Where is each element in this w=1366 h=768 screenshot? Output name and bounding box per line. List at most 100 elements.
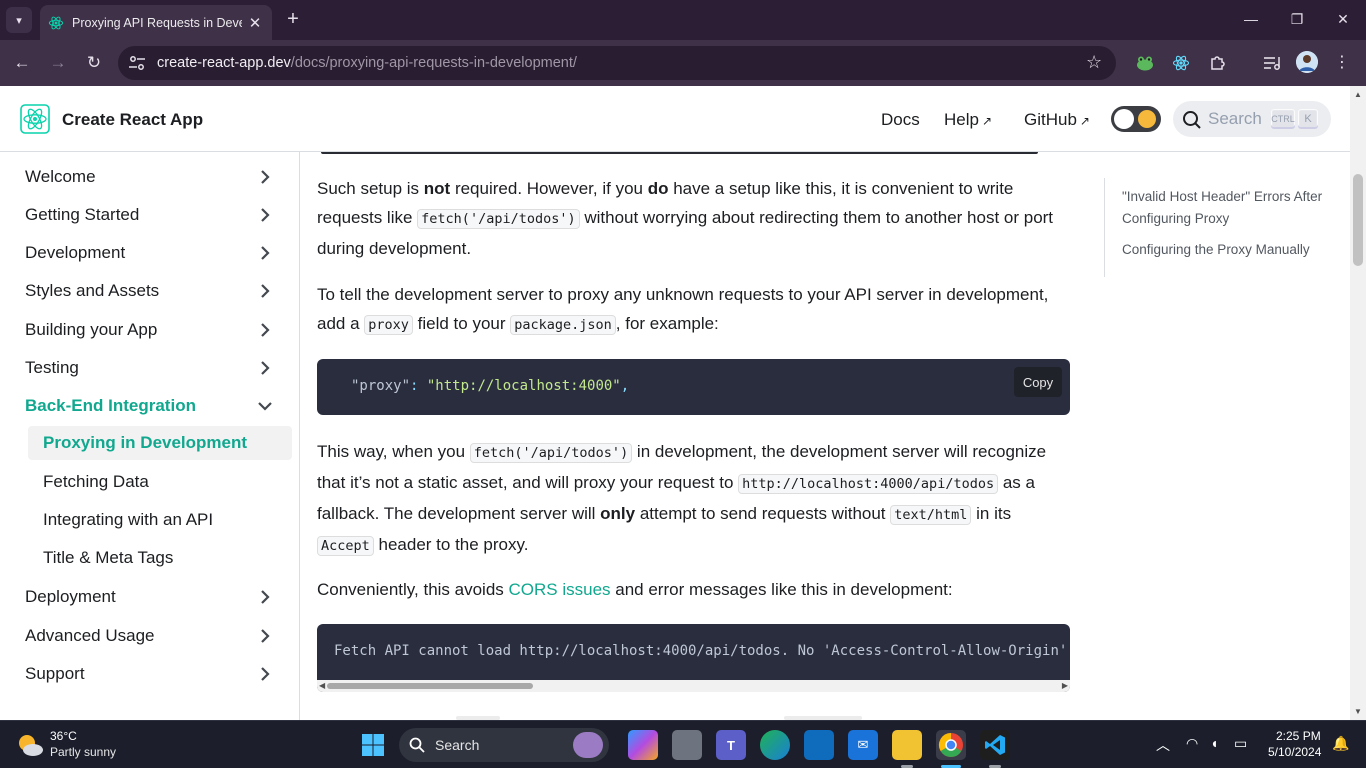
volume-icon[interactable]: ◖ [1210, 735, 1218, 751]
forward-arrow-icon[interactable]: → [45, 50, 71, 76]
sidebar-item-development[interactable]: Development [25, 235, 285, 271]
show-hidden-icons-chevron-icon[interactable]: ︿ [1156, 735, 1170, 755]
code-comma: , [620, 378, 630, 394]
scroll-up-arrow-icon[interactable]: ▲ [1354, 90, 1362, 99]
sidebar-item-deployment[interactable]: Deployment [25, 579, 285, 615]
media-controls-icon[interactable] [1262, 53, 1282, 73]
copy-code-button[interactable]: Copy [1014, 367, 1062, 397]
toc-item-configuring-proxy[interactable]: Configuring the Proxy Manually [1122, 239, 1337, 261]
page-scrollbar[interactable]: ▲ ▼ [1350, 86, 1366, 720]
scroll-right-arrow-icon[interactable]: ▶ [1062, 681, 1068, 690]
maximize-button[interactable]: ❐ [1282, 8, 1312, 30]
browser-tab-active[interactable]: Proxying API Requests in Devel ✕ [40, 5, 272, 40]
nav-help-link[interactable]: Help ↗ [944, 110, 992, 130]
back-arrow-icon[interactable]: ← [9, 50, 35, 76]
sidebar-subitem-title-meta[interactable]: Title & Meta Tags [28, 541, 292, 575]
teams-icon[interactable]: T [716, 730, 746, 760]
window-close-button[interactable]: ✕ [1328, 8, 1358, 30]
chevron-right-icon[interactable] [255, 205, 275, 225]
site-title[interactable]: Create React App [62, 110, 203, 130]
sidebar-item-testing[interactable]: Testing [25, 350, 285, 386]
code-string: "http://localhost:4000" [426, 378, 621, 394]
weather-description[interactable]: Partly sunny [50, 745, 116, 759]
nav-docs-link[interactable]: Docs [881, 110, 920, 130]
sidebar-item-label: Development [25, 243, 126, 262]
nav-github-link[interactable]: GitHub ↗ [1024, 110, 1090, 130]
browser-menu-icon[interactable]: ⋮ [1334, 52, 1350, 72]
sun-emoji-icon [1138, 110, 1156, 128]
weather-temperature[interactable]: 36°C [50, 729, 77, 743]
sidebar-subitem-integrating-api[interactable]: Integrating with an API [28, 503, 292, 537]
sidebar-item-support[interactable]: Support [25, 656, 285, 692]
taskbar-search-box[interactable]: Search [399, 728, 609, 762]
code-line: Fetch API cannot load http://localhost:4… [334, 643, 1068, 659]
chrome-icon[interactable] [936, 730, 966, 760]
sidebar-item-advanced-usage[interactable]: Advanced Usage [25, 618, 285, 654]
copilot-icon[interactable] [628, 730, 658, 760]
bold-text: do [647, 179, 669, 198]
windows-start-icon[interactable] [361, 733, 385, 757]
sidebar-item-backend-integration[interactable]: Back-End Integration [25, 388, 285, 424]
frog-extension-icon[interactable] [1135, 53, 1155, 73]
text: , for example: [615, 314, 719, 333]
cra-logo-icon[interactable] [20, 104, 50, 134]
file-explorer-icon[interactable] [892, 730, 922, 760]
wifi-icon[interactable]: ◠ [1186, 735, 1198, 752]
chevron-right-icon[interactable] [255, 664, 275, 684]
edge-icon[interactable] [760, 730, 790, 760]
text: in its [971, 504, 1012, 523]
code-line: "proxy": "http://localhost:4000", [351, 378, 629, 394]
profile-avatar[interactable] [1296, 51, 1318, 73]
sidebar-item-welcome[interactable]: Welcome [25, 159, 285, 195]
chevron-right-icon[interactable] [255, 281, 275, 301]
battery-icon[interactable]: ▭ [1234, 735, 1247, 752]
extensions-puzzle-icon[interactable] [1208, 53, 1228, 73]
nav-help-label: Help [944, 110, 979, 129]
address-bar[interactable]: create-react-app.dev/docs/proxying-api-r… [118, 46, 1116, 80]
chevron-right-icon[interactable] [255, 243, 275, 263]
toc-item-invalid-host-header[interactable]: "Invalid Host Header" Errors After Confi… [1122, 186, 1337, 230]
sidebar-item-styles-assets[interactable]: Styles and Assets [25, 273, 285, 309]
chevron-right-icon[interactable] [255, 320, 275, 340]
external-link-icon: ↗ [1079, 114, 1090, 128]
cors-issues-link[interactable]: CORS issues [509, 580, 611, 599]
scrollbar-thumb[interactable] [1353, 174, 1363, 266]
bookmark-star-icon[interactable]: ☆ [1086, 52, 1102, 73]
scroll-left-arrow-icon[interactable]: ◀ [319, 681, 325, 690]
react-devtools-icon[interactable] [1171, 53, 1191, 73]
scroll-down-arrow-icon[interactable]: ▼ [1354, 707, 1362, 716]
microsoft-store-icon[interactable] [804, 730, 834, 760]
clock-time[interactable]: 2:25 PM [1276, 729, 1321, 743]
notification-bell-icon[interactable]: 🔔 [1332, 735, 1349, 752]
chevron-down-icon[interactable] [255, 396, 275, 416]
sidebar-subitem-fetching-data[interactable]: Fetching Data [28, 465, 292, 499]
mail-icon[interactable]: ✉ [848, 730, 878, 760]
chevron-right-icon[interactable] [255, 167, 275, 187]
task-view-icon[interactable] [672, 730, 702, 760]
scrollbar-thumb[interactable] [327, 683, 533, 689]
new-tab-button[interactable]: + [283, 8, 303, 30]
partly-sunny-icon[interactable] [16, 732, 44, 758]
chevron-right-icon[interactable] [255, 587, 275, 607]
chevron-right-icon[interactable] [255, 626, 275, 646]
site-info-icon[interactable] [128, 55, 146, 71]
sidebar-item-getting-started[interactable]: Getting Started [25, 197, 285, 233]
chevron-right-icon[interactable] [255, 358, 275, 378]
tab-close-icon[interactable]: ✕ [246, 14, 264, 32]
vscode-icon[interactable] [980, 730, 1010, 760]
inline-code: fetch('/api/todos') [469, 443, 633, 463]
docs-search-button[interactable]: Search CTRL K [1173, 101, 1331, 137]
minimize-button[interactable]: — [1236, 8, 1266, 30]
dark-mode-toggle[interactable] [1111, 106, 1161, 132]
sidebar-subitem-proxying[interactable]: Proxying in Development [28, 426, 292, 460]
clock-date[interactable]: 5/10/2024 [1268, 745, 1321, 759]
search-icon [409, 737, 425, 753]
inline-code: fetch('/api/todos') [417, 209, 580, 229]
reload-icon[interactable]: ↻ [81, 50, 107, 76]
url-text: create-react-app.dev/docs/proxying-api-r… [157, 55, 577, 71]
sidebar-item-label: Styles and Assets [25, 281, 160, 300]
sidebar-item-building[interactable]: Building your App [25, 312, 285, 348]
paragraph-fallback-explanation: This way, when you fetch('/api/todos') i… [317, 437, 1057, 561]
tab-search-chevron-icon[interactable]: ▾ [6, 7, 32, 33]
horizontal-scrollbar[interactable]: ◀ ▶ [317, 680, 1070, 692]
